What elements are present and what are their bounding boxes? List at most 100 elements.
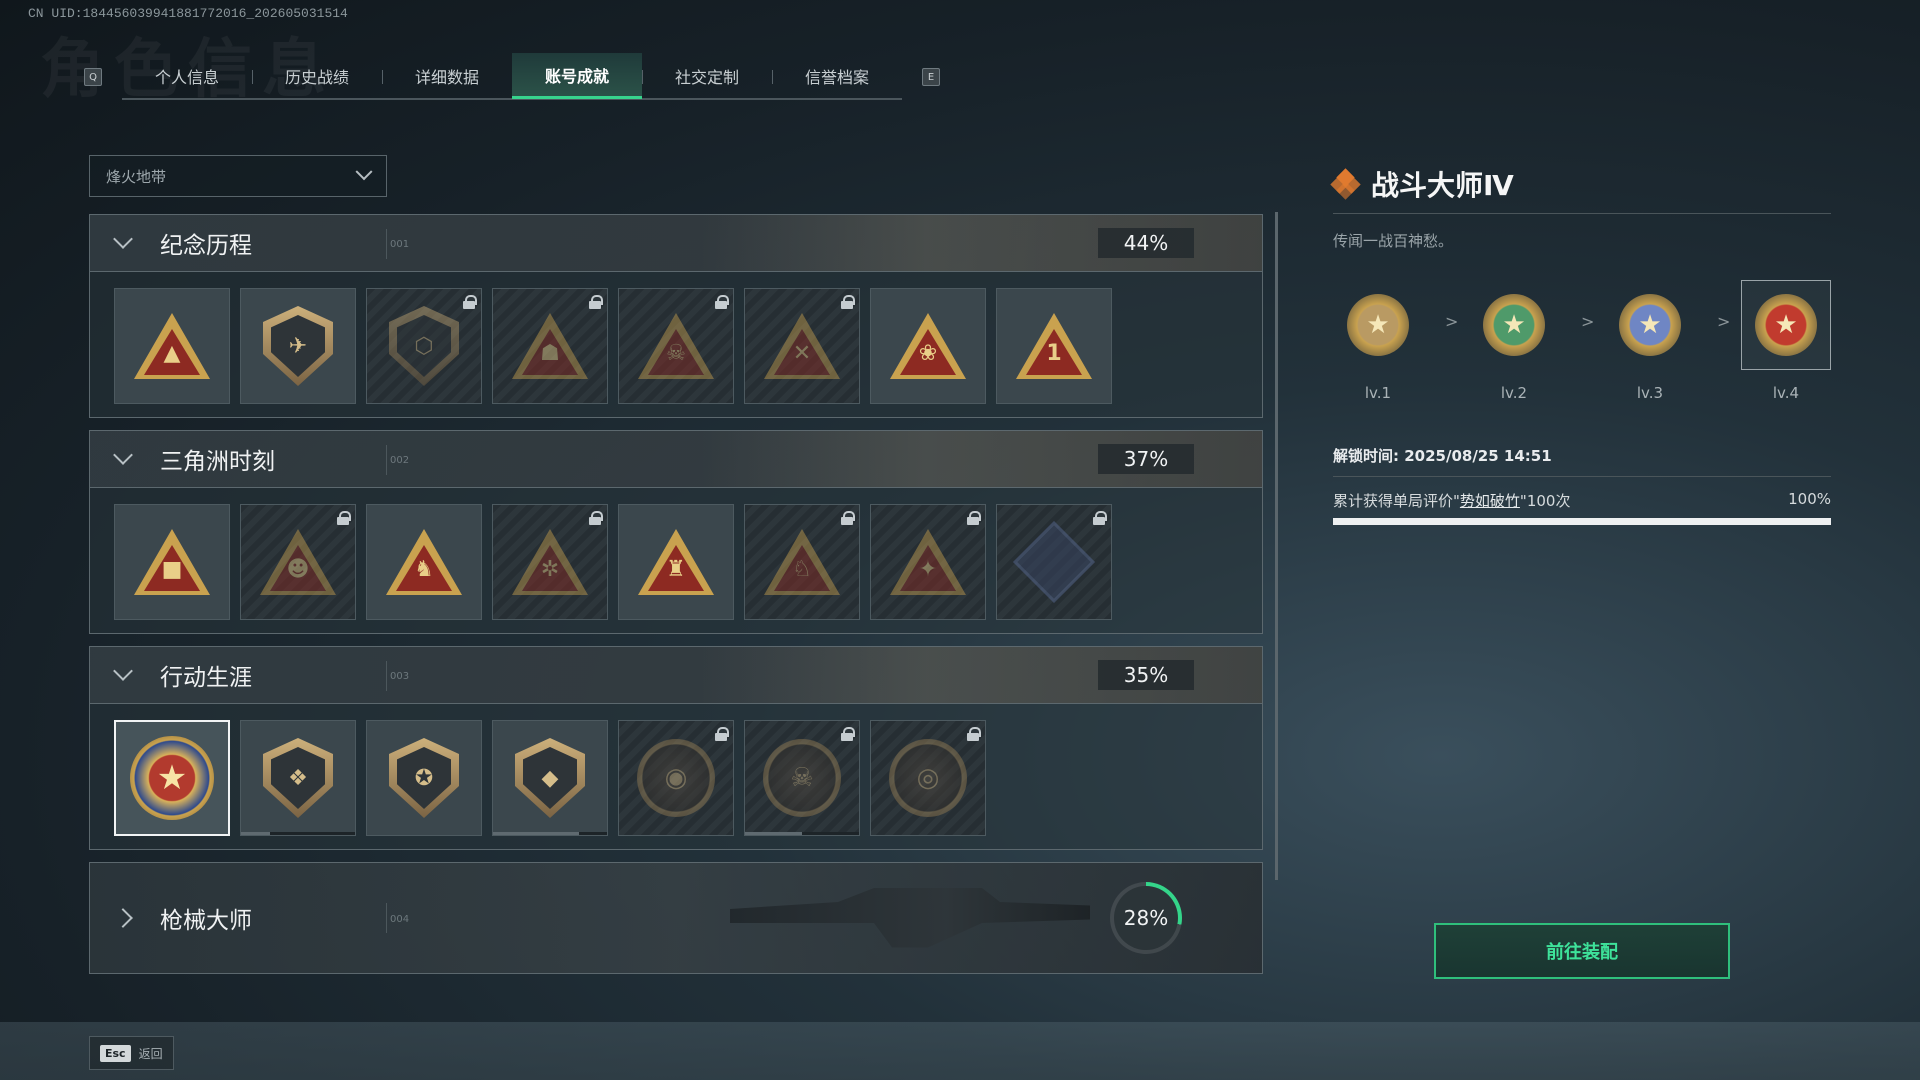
star-medal-icon: ★ [130,736,214,820]
achievement-badge[interactable]: ◎ [870,720,986,836]
bottom-bar [0,1022,1920,1080]
section-title: 纪念历程 [160,233,252,259]
tab-social[interactable]: 社交定制 [642,53,772,99]
achievement-badge[interactable]: ✕ [744,288,860,404]
condition-prefix: 累计获得单局评价" [1333,492,1460,510]
scrollbar[interactable] [1275,212,1278,880]
lock-icon [967,727,981,741]
gem-shield-icon: ◆ [515,738,585,818]
condition-link[interactable]: 势如破竹 [1460,492,1520,510]
achievement-badge[interactable]: ♘ [744,504,860,620]
achievement-badge[interactable]: ❖ [240,720,356,836]
back-label: 返回 [138,1046,163,1061]
level-label: lv.3 [1636,384,1664,402]
badge-progress-bar [241,832,355,835]
section-number: 001 [390,239,410,250]
section-header-career[interactable]: 行动生涯 003 35% [89,646,1263,704]
achievement-badge[interactable]: ☠ [744,720,860,836]
achievement-badge[interactable]: 1 [996,288,1112,404]
crystal-diamond-icon [1012,520,1096,604]
level-1[interactable]: ★ lv.1 [1333,280,1423,402]
level-3[interactable]: ★ lv.3 [1605,280,1695,402]
number-one-triangle-icon: 1 [1016,313,1092,379]
lock-icon [841,295,855,309]
achievement-badge[interactable]: ◉ [618,720,734,836]
achievement-badge[interactable] [996,504,1112,620]
wing-shield-icon: ❖ [263,738,333,818]
condition-text: 累计获得单局评价"势如破竹"100次 [1333,490,1570,511]
achievement-badge[interactable]: ✦ [870,504,986,620]
mask-triangle-icon: ☻ [260,529,336,595]
next-tab-key[interactable]: E [922,68,940,86]
level-label: lv.4 [1772,384,1800,402]
achievement-badge[interactable]: ♜ [618,504,734,620]
divider [386,445,387,475]
go-equip-button[interactable]: 前往装配 [1434,923,1730,979]
achievement-badge[interactable]: ♞ [366,504,482,620]
diamond-cluster-icon [1330,168,1361,200]
achievement-badge[interactable]: ■ [114,504,230,620]
achievement-badge[interactable]: ❀ [870,288,986,404]
arrow-right-icon: > [1717,312,1731,331]
divider [1333,476,1831,477]
lock-icon [589,295,603,309]
tab-detailed-data[interactable]: 详细数据 [382,53,512,99]
badge-row: ▲ ✈ ⬡ ☗ ☠ ✕ ❀ 1 [114,288,1112,404]
lock-icon [715,295,729,309]
level-4[interactable]: ★ lv.4 [1741,280,1831,402]
achievement-badge[interactable]: ◆ [492,720,608,836]
rifle-artwork [730,888,1090,948]
badge-progress-bar [745,832,859,835]
section-number: 002 [390,455,410,466]
achievement-badge[interactable]: ★ [114,720,230,836]
progress-fill [1333,518,1831,525]
bird-triangle-icon: ✦ [890,529,966,595]
soldier-triangle-icon: ♞ [386,529,462,595]
section-header-moments[interactable]: 三角洲时刻 002 37% [89,430,1263,488]
level-2[interactable]: ★ lv.2 [1469,280,1559,402]
section-header-memorial[interactable]: 纪念历程 001 44% [89,214,1263,272]
skull-round-icon: ☠ [763,739,841,817]
achievement-badge[interactable]: ▲ [114,288,230,404]
arrow-right-icon: > [1445,312,1459,331]
tab-personal-info[interactable]: 个人信息 [122,53,252,99]
mode-dropdown[interactable]: 烽火地带 [89,155,387,197]
star-medal-icon: ★ [1483,294,1545,356]
unlock-condition: 累计获得单局评价"势如破竹"100次 100% [1333,490,1831,511]
crossed-rifles-icon: ✕ [764,313,840,379]
progress-ring-value: 28% [1114,886,1178,950]
tab-strip: 个人信息 历史战绩 详细数据 账号成就 社交定制 信誉档案 [122,53,902,100]
achievement-badge[interactable]: ⬡ [366,288,482,404]
level-label: lv.1 [1364,384,1392,402]
condition-progress-bar [1333,518,1831,525]
lock-icon [841,727,855,741]
uid-label: CN UID:18445603994188177201​6_2026050315… [28,6,348,21]
achievement-badge[interactable]: ☻ [240,504,356,620]
tab-achievements[interactable]: 账号成就 [512,53,642,99]
achievement-badge[interactable]: ☗ [492,288,608,404]
section-number: 003 [390,671,410,682]
tab-reputation[interactable]: 信誉档案 [772,53,902,99]
hooded-figure-icon: ☠ [638,313,714,379]
lock-icon [589,511,603,525]
round-emblem-icon: ◉ [637,739,715,817]
section-header-gun-master[interactable]: 枪械大师 004 28% [89,862,1263,974]
back-button[interactable]: Esc 返回 [89,1036,174,1070]
hex-shield-icon: ⬡ [389,306,459,386]
operator-icon: ☗ [512,313,588,379]
lotus-triangle-icon: ❀ [890,313,966,379]
lock-icon [841,511,855,525]
progress-ring: 28% [1110,882,1182,954]
star-medal-icon: ★ [1347,294,1409,356]
achievement-badge[interactable]: ✈ [240,288,356,404]
mode-dropdown-value: 烽火地带 [106,167,167,186]
achievement-badge[interactable]: ✲ [492,504,608,620]
prev-tab-key[interactable]: Q [84,68,102,86]
achievement-badge[interactable]: ✪ [366,720,482,836]
badge-progress-bar [493,832,607,835]
tab-history[interactable]: 历史战绩 [252,53,382,99]
squad-triangle-icon: ♜ [638,529,714,595]
condition-suffix: "100次 [1519,492,1571,510]
condition-percent: 100% [1788,490,1831,508]
achievement-badge[interactable]: ☠ [618,288,734,404]
